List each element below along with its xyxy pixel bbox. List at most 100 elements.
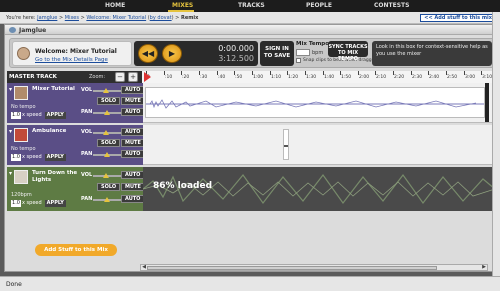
pan-row: PAN AUTO xyxy=(79,194,145,204)
status-text: Done xyxy=(6,281,22,288)
mute-button[interactable]: MUTE xyxy=(121,97,145,105)
volume-slider[interactable] xyxy=(93,88,121,93)
nav-mixes[interactable]: MIXES xyxy=(172,2,193,9)
nav-tracks[interactable]: TRACKS xyxy=(238,2,265,9)
volume-row: VOL AUTO xyxy=(79,85,145,95)
track-tempo: No tempo xyxy=(11,104,36,110)
breadcrumb-jamglue[interactable]: Jamglue xyxy=(37,15,57,21)
clip-end-handle[interactable] xyxy=(485,83,489,122)
pan-slider[interactable] xyxy=(93,197,121,202)
scroll-right-icon[interactable]: ▶ xyxy=(481,265,487,270)
horizontal-scrollbar[interactable]: ◀ ▶ xyxy=(140,264,488,271)
track-lane[interactable] xyxy=(143,83,495,123)
speed-input[interactable]: 1.0 xyxy=(11,200,21,207)
speed-input[interactable]: 1.0 xyxy=(11,154,21,161)
snap-to-beat-checkbox[interactable] xyxy=(296,58,301,63)
pan-label: PAN xyxy=(81,151,93,157)
mute-button[interactable]: MUTE xyxy=(121,139,145,147)
mix-tempo-input[interactable] xyxy=(296,49,310,56)
sync-tracks-button[interactable]: SYNC TRACKS TO MIX TEMPO xyxy=(328,41,368,62)
speed-label: x speed xyxy=(22,154,42,160)
add-stuff-top-button[interactable]: << Add stuff to this mix xyxy=(420,14,496,22)
master-track-label: MASTER TRACK xyxy=(9,74,57,80)
mixer-header: Welcome: Mixer Tutorial Go to the Mix De… xyxy=(9,38,495,68)
add-stuff-to-mix-button[interactable]: Add Stuff to this Mix xyxy=(35,244,117,256)
mute-button[interactable]: MUTE xyxy=(121,183,145,191)
playhead-marker[interactable] xyxy=(144,72,151,82)
auto-button[interactable]: AUTO xyxy=(121,86,145,94)
volume-row: VOL AUTO xyxy=(79,127,145,137)
top-nav: HOME MIXES TRACKS PEOPLE CONTESTS xyxy=(0,0,500,12)
vol-label: VOL xyxy=(81,172,93,178)
mix-details-link[interactable]: Go to the Mix Details Page xyxy=(35,57,108,63)
volume-knob[interactable] xyxy=(103,88,109,93)
horizontal-scroll-thumb[interactable] xyxy=(147,266,437,270)
ruler-tick-label: 3:10 xyxy=(482,75,493,80)
ruler-tick-label: 1:50 xyxy=(341,75,352,80)
auto-button[interactable]: AUTO xyxy=(121,108,145,116)
speed-label: x speed xyxy=(22,112,42,118)
breadcrumb: You're here: Jamglue > Mixes > Welcome: … xyxy=(6,15,199,21)
volume-knob[interactable] xyxy=(103,130,109,135)
nav-home[interactable]: HOME xyxy=(105,2,125,9)
solo-button[interactable]: SOLO xyxy=(97,139,121,147)
vertical-scrollbar[interactable] xyxy=(492,12,500,276)
apply-button[interactable]: APPLY xyxy=(44,200,66,207)
apply-button[interactable]: APPLY xyxy=(44,112,66,119)
window-titlebar: Jamglue xyxy=(5,25,497,35)
ruler-tick-label: 1:00 xyxy=(253,75,264,80)
zoom-out-button[interactable]: − xyxy=(115,72,125,82)
pan-knob[interactable] xyxy=(104,110,110,115)
timeline-ruler[interactable]: 0:10:20:30:40:50 1:00 1:10 1:20 1:30 1:40 1:50… xyxy=(142,71,495,83)
ruler-tick-label: :20 xyxy=(182,75,190,80)
breadcrumb-mixes[interactable]: Mixes xyxy=(65,15,79,21)
breadcrumb-current: Remix xyxy=(180,15,199,21)
nav-people[interactable]: PEOPLE xyxy=(306,2,332,9)
nav-contests[interactable]: CONTESTS xyxy=(374,2,409,9)
audio-clip[interactable] xyxy=(145,87,485,118)
rewind-button[interactable]: ◀◀ xyxy=(138,44,158,63)
time-current: 0:00.000 xyxy=(218,44,254,53)
pan-slider[interactable] xyxy=(93,110,121,115)
auto-button[interactable]: AUTO xyxy=(121,150,145,158)
ruler-tick-label: :50 xyxy=(235,75,243,80)
apply-button[interactable]: APPLY xyxy=(44,154,66,161)
pan-knob[interactable] xyxy=(104,197,110,202)
track-toggle-icon[interactable]: ▾ xyxy=(9,128,12,135)
track-row: ▾ Turn Down the Lights 120bpm 1.0 x speed… xyxy=(7,167,495,211)
audio-clip[interactable]: 86% loaded xyxy=(143,167,495,211)
track-toggle-icon[interactable]: ▾ xyxy=(9,86,12,93)
auto-button[interactable]: AUTO xyxy=(121,128,145,136)
solo-mute-row: SOLO MUTE xyxy=(79,96,145,106)
breadcrumb-mix[interactable]: Welcome: Mixer Tutorial xyxy=(86,15,146,21)
speed-input[interactable]: 1.0 xyxy=(11,112,21,119)
volume-slider[interactable] xyxy=(93,130,121,135)
window-title: Jamglue xyxy=(19,27,47,34)
auto-button[interactable]: AUTO xyxy=(121,171,145,179)
ruler-tick-label: :10 xyxy=(165,75,173,80)
play-button[interactable]: ▶ xyxy=(162,44,182,63)
zoom-in-button[interactable]: + xyxy=(128,72,138,82)
breadcrumb-prefix: You're here: xyxy=(6,15,36,21)
solo-button[interactable]: SOLO xyxy=(97,97,121,105)
breadcrumb-author[interactable]: by dovat xyxy=(150,15,172,21)
mix-info-card: Welcome: Mixer Tutorial Go to the Mix De… xyxy=(12,41,132,66)
volume-knob[interactable] xyxy=(103,173,109,178)
auto-button[interactable]: AUTO xyxy=(121,195,145,203)
pan-slider[interactable] xyxy=(93,152,121,157)
track-lane[interactable] xyxy=(143,125,495,165)
track-lane[interactable]: 86% loaded xyxy=(143,167,495,211)
solo-button[interactable]: SOLO xyxy=(97,183,121,191)
pan-knob[interactable] xyxy=(104,152,110,157)
volume-slider[interactable] xyxy=(93,173,121,178)
track-toggle-icon[interactable]: ▾ xyxy=(9,170,12,177)
zoom-label: Zoom: xyxy=(89,74,106,80)
ruler-tick-label: 1:40 xyxy=(324,75,335,80)
audio-clip[interactable] xyxy=(283,129,289,160)
time-total: 3:12.500 xyxy=(218,54,254,63)
track-speed: 1.0 x speed APPLY xyxy=(11,154,66,161)
track-row: ▾ Mixer Tutorial No tempo 1.0 x speed APPL… xyxy=(7,83,495,123)
track-thumbnail xyxy=(14,128,28,142)
sign-in-to-save-button[interactable]: SIGN IN TO SAVE xyxy=(260,41,294,66)
pan-row: PAN AUTO xyxy=(79,149,145,159)
